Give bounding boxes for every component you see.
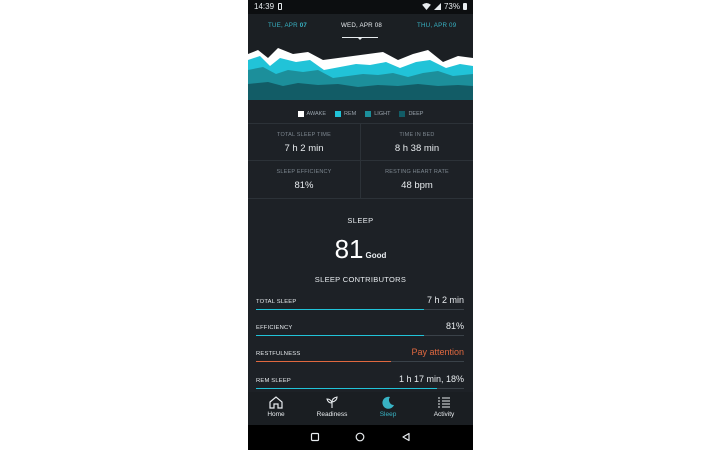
contributor-track xyxy=(256,335,464,336)
bottom-nav: Home Readiness Sleep Activity xyxy=(248,392,473,425)
contributor-bar-fill xyxy=(256,309,425,310)
contributor-value: 7 h 2 min xyxy=(426,295,464,305)
stat-sleep-efficiency: SLEEP EFFICIENCY 81% xyxy=(248,161,360,198)
nav-activity-label: Activity xyxy=(433,411,455,418)
nav-home-label: Home xyxy=(267,411,285,418)
nav-sleep[interactable]: Sleep xyxy=(360,396,416,418)
contributor-value: 81% xyxy=(445,321,464,331)
legend-light: LIGHT xyxy=(365,108,390,120)
legend-awake: AWAKE xyxy=(297,108,327,120)
legend-deep: DEEP xyxy=(399,108,423,120)
status-time: 14:39 xyxy=(254,2,275,11)
sleep-stats-grid: TOTAL SLEEP TIME 7 h 2 min TIME IN BED 8… xyxy=(248,123,473,199)
contributor-restfulness[interactable]: RESTFULNESS Pay attention xyxy=(256,347,464,367)
contributor-track xyxy=(256,388,464,389)
stat-time-in-bed: TIME IN BED 8 h 38 min xyxy=(361,124,473,161)
nav-home[interactable]: Home xyxy=(248,396,304,418)
stat-label: TOTAL SLEEP TIME xyxy=(277,132,331,138)
contributors-heading: SLEEP CONTRIBUTORS xyxy=(314,275,407,284)
signal-icon xyxy=(433,3,441,10)
battery-percent: 73% xyxy=(443,2,460,11)
legend-rem-label: REM xyxy=(344,111,357,117)
chart-legend: AWAKE REM LIGHT DEEP xyxy=(248,108,473,120)
stat-total-sleep-time: TOTAL SLEEP TIME 7 h 2 min xyxy=(248,124,360,161)
contributor-bar-fill xyxy=(256,335,425,336)
stat-resting-heart-rate: RESTING HEART RATE 48 bpm xyxy=(361,161,473,198)
date-tab-current[interactable]: WED, APR 08 xyxy=(341,22,382,29)
back-icon[interactable] xyxy=(401,432,411,442)
nav-readiness[interactable]: Readiness xyxy=(304,396,360,418)
contributor-value: Pay attention xyxy=(411,347,464,357)
legend-deep-label: DEEP xyxy=(408,111,424,117)
phone-screen: 14:39 73% TUE, APR 07 WED, APR 08 THU, A… xyxy=(248,0,473,450)
stat-value: 7 h 2 min xyxy=(284,143,324,154)
wifi-icon xyxy=(422,3,431,10)
battery-icon xyxy=(463,3,467,10)
sleep-stages-chart xyxy=(248,40,473,100)
legend-deep-swatch xyxy=(399,111,406,117)
contributor-bar-fill xyxy=(256,361,392,362)
legend-awake-swatch xyxy=(297,111,304,117)
contributor-bar-fill xyxy=(256,388,437,389)
activity-list-icon xyxy=(438,397,450,408)
date-tab-prev-num: 07 xyxy=(299,22,308,29)
sprout-icon xyxy=(326,396,338,408)
contributor-efficiency[interactable]: EFFICIENCY 81% xyxy=(256,321,464,341)
contributor-label: RESTFULNESS xyxy=(256,351,301,357)
contributor-label: REM SLEEP xyxy=(256,378,291,384)
sleep-score-rating: Good xyxy=(365,251,387,260)
home-icon xyxy=(269,396,283,409)
sleep-score: 81 Good xyxy=(248,234,473,265)
legend-rem: REM xyxy=(335,108,356,120)
stat-label: TIME IN BED xyxy=(399,132,435,138)
home-circle-icon[interactable] xyxy=(355,432,365,442)
date-tab-prev-dow: TUE, APR xyxy=(268,22,298,29)
legend-light-swatch xyxy=(365,111,372,117)
sim-card-icon xyxy=(278,3,282,10)
legend-rem-swatch xyxy=(335,111,342,117)
date-selector: TUE, APR 07 WED, APR 08 THU, APR 09 xyxy=(248,14,473,40)
legend-awake-label: AWAKE xyxy=(306,111,327,117)
contributor-rem-sleep[interactable]: REM SLEEP 1 h 17 min, 18% xyxy=(256,374,464,394)
system-navigation-bar xyxy=(248,425,473,450)
contributor-value: 1 h 17 min, 18% xyxy=(398,374,464,384)
status-right: 73% xyxy=(422,2,467,11)
legend-light-label: LIGHT xyxy=(374,111,391,117)
date-tab-prev[interactable]: TUE, APR 07 xyxy=(268,22,307,29)
date-tab-next[interactable]: THU, APR 09 xyxy=(417,22,456,29)
nav-activity[interactable]: Activity xyxy=(416,396,472,418)
sleep-score-value: 81 xyxy=(334,234,364,264)
stat-label: RESTING HEART RATE xyxy=(385,169,449,175)
stat-value: 8 h 38 min xyxy=(394,143,440,154)
status-bar: 14:39 73% xyxy=(248,0,473,14)
stat-label: SLEEP EFFICIENCY xyxy=(276,169,332,175)
stat-value: 81% xyxy=(294,180,314,191)
nav-readiness-label: Readiness xyxy=(316,411,348,418)
moon-icon xyxy=(382,396,394,409)
contributor-label: TOTAL SLEEP xyxy=(256,299,297,305)
sleep-heading: SLEEP xyxy=(347,216,374,225)
nav-sleep-label: Sleep xyxy=(379,411,397,418)
contributor-track xyxy=(256,361,464,362)
contributor-label: EFFICIENCY xyxy=(256,325,293,331)
recents-icon[interactable] xyxy=(310,432,320,442)
contributor-track xyxy=(256,309,464,310)
contributor-total-sleep[interactable]: TOTAL SLEEP 7 h 2 min xyxy=(256,295,464,315)
stat-value: 48 bpm xyxy=(401,180,433,191)
